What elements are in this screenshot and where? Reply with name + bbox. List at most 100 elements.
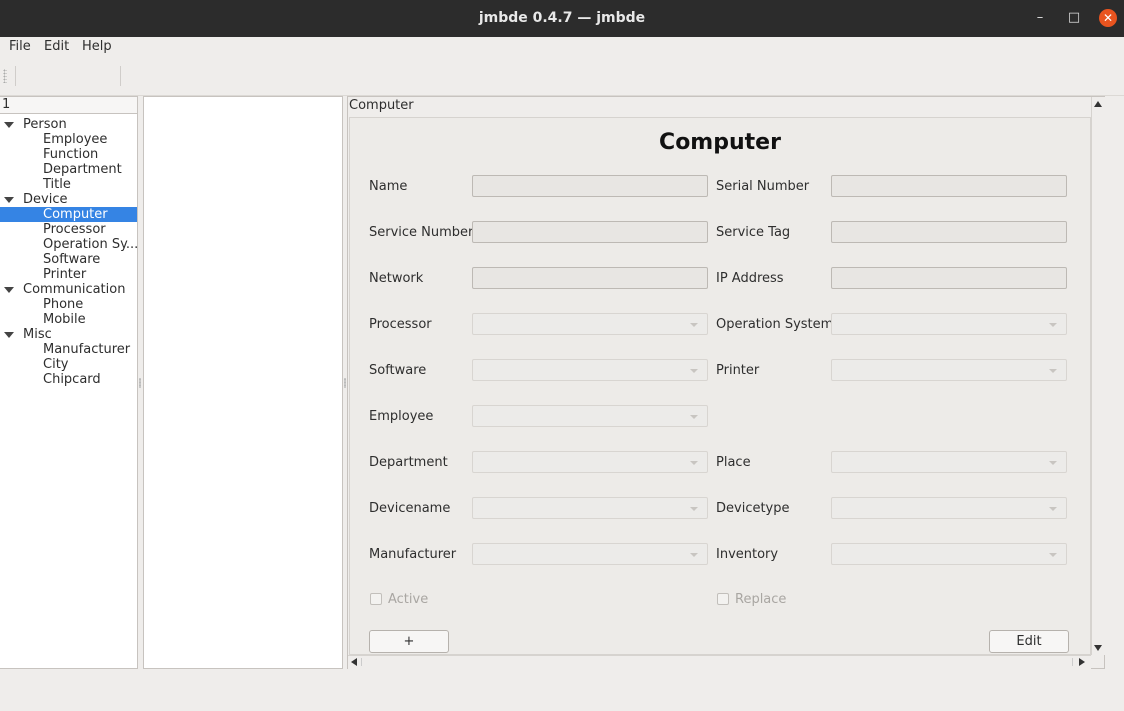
menu-bar: File Edit Help (0, 37, 1124, 57)
network-label: Network (369, 271, 424, 286)
tree-item[interactable]: Manufacturer (43, 342, 130, 357)
chevron-down-icon (1049, 369, 1057, 373)
splitter-handle[interactable] (344, 378, 346, 388)
tree-item[interactable]: Processor (43, 222, 106, 237)
tree-item[interactable]: Department (43, 162, 122, 177)
menu-edit[interactable]: Edit (44, 39, 69, 54)
scroll-left-icon[interactable] (351, 658, 357, 666)
service-tag-field[interactable] (831, 221, 1067, 243)
toolbar-grip-icon[interactable] (3, 69, 7, 83)
toolbar-separator (120, 66, 121, 86)
menu-file[interactable]: File (9, 39, 31, 54)
operation-system-label: Operation System (716, 317, 834, 332)
scroll-up-icon[interactable] (1094, 101, 1102, 107)
chevron-down-icon (690, 553, 698, 557)
tree-item[interactable]: Operation Sy... (43, 237, 137, 252)
devicename-label: Devicename (369, 501, 451, 516)
window-title: jmbde 0.4.7 — jmbde (478, 10, 646, 26)
expand-arrow-icon[interactable] (4, 197, 14, 203)
ip-address-field[interactable] (831, 267, 1067, 289)
tree-item[interactable]: Communication (23, 282, 129, 297)
devicename-combobox[interactable] (472, 497, 708, 519)
place-combobox[interactable] (831, 451, 1067, 473)
processor-combobox[interactable] (472, 313, 708, 335)
chevron-down-icon (1049, 507, 1057, 511)
operation-system-combobox[interactable] (831, 313, 1067, 335)
replace-label: Replace (735, 592, 787, 607)
tree-item[interactable]: Function (43, 147, 98, 162)
tree-item[interactable]: Device (23, 192, 71, 207)
maximize-icon[interactable]: □ (1066, 10, 1082, 26)
name-field[interactable] (472, 175, 708, 197)
chevron-down-icon (1049, 323, 1057, 327)
menu-help[interactable]: Help (82, 39, 112, 54)
tree-header[interactable]: 1 (0, 97, 137, 114)
form-group-label: Computer (349, 98, 414, 113)
tree-item[interactable]: Printer (43, 267, 86, 282)
expand-arrow-icon[interactable] (4, 287, 14, 293)
name-label: Name (369, 179, 408, 194)
network-field[interactable] (472, 267, 708, 289)
scroll-down-icon[interactable] (1094, 645, 1102, 651)
tree-item[interactable]: Chipcard (43, 372, 101, 387)
serial-number-label: Serial Number (716, 179, 810, 194)
employee-combobox[interactable] (472, 405, 708, 427)
employee-label: Employee (369, 409, 434, 424)
active-label: Active (388, 592, 429, 607)
place-label: Place (716, 455, 751, 470)
tree-item[interactable]: Phone (43, 297, 83, 312)
service-number-field[interactable] (472, 221, 708, 243)
tree-item[interactable]: Person (23, 117, 71, 132)
ip-address-label: IP Address (716, 271, 784, 286)
status-bar (0, 670, 1124, 711)
vertical-scrollbar[interactable] (1091, 97, 1105, 655)
scroll-right-icon[interactable] (1079, 658, 1085, 666)
tree-item[interactable]: Software (43, 252, 100, 267)
expand-arrow-icon[interactable] (4, 332, 14, 338)
department-label: Department (369, 455, 448, 470)
minimize-icon[interactable]: – (1032, 10, 1048, 26)
chevron-down-icon (690, 507, 698, 511)
active-checkbox[interactable] (370, 593, 382, 605)
horizontal-scrollbar[interactable] (348, 655, 1091, 669)
printer-combobox[interactable] (831, 359, 1067, 381)
tree-item[interactable]: Mobile (43, 312, 86, 327)
computer-form: Computer Name Serial Number Service Numb… (349, 117, 1091, 655)
software-label: Software (369, 363, 427, 378)
navigation-tree[interactable]: 1 Person Employee Function Department Title D… (0, 96, 138, 669)
form-pane: Computer Computer Name Serial Number Ser… (347, 96, 1105, 669)
tree-item[interactable]: Computer (0, 207, 137, 222)
expand-arrow-icon[interactable] (4, 122, 14, 128)
software-combobox[interactable] (472, 359, 708, 381)
serial-number-field[interactable] (831, 175, 1067, 197)
replace-checkbox[interactable] (717, 593, 729, 605)
scrollbar-track[interactable] (361, 658, 1073, 666)
tree-item[interactable]: City (43, 357, 68, 372)
toolbar (0, 57, 1124, 96)
title-bar: jmbde 0.4.7 — jmbde – □ ✕ (0, 0, 1124, 37)
splitter-handle[interactable] (139, 378, 141, 388)
manufacturer-label: Manufacturer (369, 547, 457, 562)
add-button[interactable]: + (369, 630, 449, 653)
tree-item[interactable]: Title (43, 177, 71, 192)
chevron-down-icon (690, 415, 698, 419)
chevron-down-icon (1049, 553, 1057, 557)
inventory-combobox[interactable] (831, 543, 1067, 565)
tree-item[interactable]: Employee (43, 132, 107, 147)
chevron-down-icon (1049, 461, 1057, 465)
chevron-down-icon (690, 461, 698, 465)
department-combobox[interactable] (472, 451, 708, 473)
processor-label: Processor (369, 317, 432, 332)
manufacturer-combobox[interactable] (472, 543, 708, 565)
edit-button[interactable]: Edit (989, 630, 1069, 653)
inventory-label: Inventory (716, 547, 779, 562)
devicetype-label: Devicetype (716, 501, 790, 516)
toolbar-separator (15, 66, 16, 86)
chevron-down-icon (690, 323, 698, 327)
devicetype-combobox[interactable] (831, 497, 1067, 519)
page-title: Computer (659, 130, 781, 155)
close-icon[interactable]: ✕ (1099, 9, 1117, 27)
record-list[interactable] (143, 96, 343, 669)
chevron-down-icon (690, 369, 698, 373)
tree-item[interactable]: Misc (23, 327, 56, 342)
